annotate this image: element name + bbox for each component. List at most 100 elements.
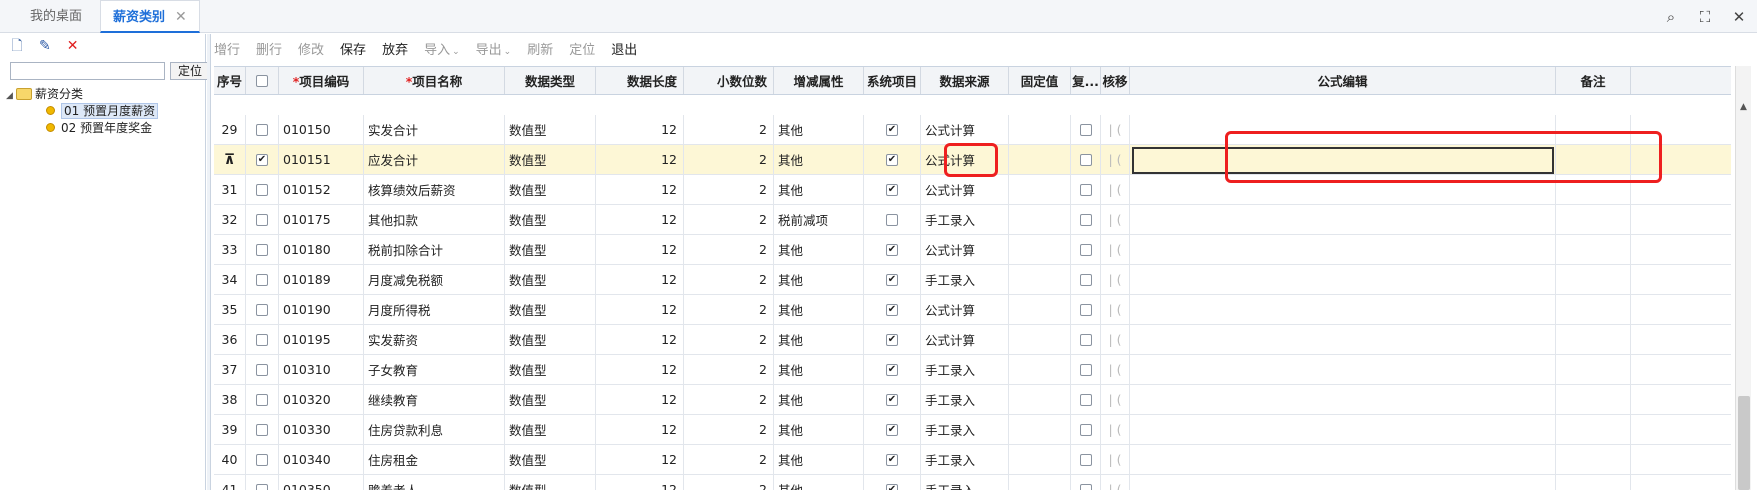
dup-checkbox[interactable] <box>1079 183 1092 196</box>
cell-checked[interactable] <box>246 175 279 204</box>
cell-fixed[interactable] <box>1009 115 1071 144</box>
cell-len[interactable]: 12 <box>596 475 684 490</box>
cell-attr[interactable]: 其他 <box>774 235 864 264</box>
cell-checked[interactable] <box>246 355 279 384</box>
cell-name[interactable]: 赡养老人 <box>364 475 505 490</box>
cell-attr[interactable]: 其他 <box>774 355 864 384</box>
cell-type[interactable]: 数值型 <box>505 115 596 144</box>
system-item-checkbox[interactable] <box>886 453 898 466</box>
cell-audit[interactable]: | ( <box>1101 265 1130 294</box>
cell-dec[interactable]: 2 <box>684 385 774 414</box>
cell-sys[interactable] <box>864 205 921 234</box>
cell-len[interactable]: 12 <box>596 265 684 294</box>
cell-dup[interactable] <box>1071 445 1101 474</box>
cell-name[interactable]: 住房贷款利息 <box>364 415 505 444</box>
cell-dup[interactable] <box>1071 475 1101 490</box>
new-doc-icon[interactable]: 🗋 <box>8 38 26 54</box>
header-dec[interactable]: 小数位数 <box>684 67 774 94</box>
search-icon[interactable]: ⌕ <box>1660 6 1682 28</box>
cell-formula[interactable] <box>1130 205 1556 234</box>
cell-formula[interactable] <box>1130 385 1556 414</box>
cell-checked[interactable] <box>246 205 279 234</box>
cell-attr[interactable]: 其他 <box>774 325 864 354</box>
dup-checkbox[interactable] <box>1079 123 1092 136</box>
cell-src[interactable]: 手工录入 <box>921 385 1009 414</box>
cell-seq[interactable]: 40 <box>214 445 246 474</box>
header-remark[interactable]: 备注 <box>1556 67 1631 94</box>
cell-checked[interactable] <box>246 475 279 490</box>
cell-dec[interactable]: 2 <box>684 205 774 234</box>
cell-code[interactable]: 010189 <box>279 265 364 294</box>
cell-formula[interactable] <box>1130 415 1556 444</box>
cell-remark[interactable] <box>1556 385 1631 414</box>
cell-dup[interactable] <box>1071 415 1101 444</box>
table-row[interactable]: 34 010189月度减免税额数值型122其他 手工录入 | ( <box>214 265 1731 295</box>
cell-audit[interactable]: | ( <box>1101 355 1130 384</box>
header-sys[interactable]: 系统项目 <box>864 67 921 94</box>
cell-formula[interactable] <box>1130 235 1556 264</box>
tab-salary-category[interactable]: 薪资类别 ✕ <box>100 0 200 33</box>
cell-len[interactable]: 12 <box>596 235 684 264</box>
cell-sys[interactable] <box>864 115 921 144</box>
cell-len[interactable]: 12 <box>596 205 684 234</box>
cell-fixed[interactable] <box>1009 235 1071 264</box>
cell-audit[interactable]: | ( <box>1101 115 1130 144</box>
tree-root[interactable]: ◢ 薪资分类 <box>6 86 158 103</box>
cell-formula[interactable] <box>1130 355 1556 384</box>
row-select-checkbox[interactable] <box>256 363 268 376</box>
cell-remark[interactable] <box>1556 235 1631 264</box>
cell-attr[interactable]: 税前减项 <box>774 205 864 234</box>
header-src[interactable]: 数据来源 <box>921 67 1009 94</box>
dup-checkbox[interactable] <box>1079 243 1092 256</box>
header-code[interactable]: *项目编码 <box>279 67 364 94</box>
system-item-checkbox[interactable] <box>886 243 898 256</box>
cell-dup[interactable] <box>1071 325 1101 354</box>
cell-code[interactable]: 010151 <box>279 145 364 174</box>
cell-checked[interactable] <box>246 145 279 174</box>
cell-name[interactable]: 实发薪资 <box>364 325 505 354</box>
cell-src[interactable]: 公式计算 <box>921 235 1009 264</box>
cell-attr[interactable]: 其他 <box>774 115 864 144</box>
toolbar-button-3[interactable]: 保存 <box>340 43 366 58</box>
cell-len[interactable]: 12 <box>596 145 684 174</box>
cell-sys[interactable] <box>864 475 921 490</box>
cell-remark[interactable] <box>1556 415 1631 444</box>
cell-remark[interactable] <box>1556 205 1631 234</box>
cell-dec[interactable]: 2 <box>684 325 774 354</box>
row-select-checkbox[interactable] <box>256 423 268 436</box>
cell-code[interactable]: 010320 <box>279 385 364 414</box>
row-select-checkbox[interactable] <box>256 183 268 196</box>
cell-checked[interactable] <box>246 325 279 354</box>
system-item-checkbox[interactable] <box>886 483 898 490</box>
cell-dup[interactable] <box>1071 115 1101 144</box>
table-row[interactable]: 31 010152核算绩效后薪资数值型122其他 公式计算 | ( <box>214 175 1731 205</box>
cell-sys[interactable] <box>864 145 921 174</box>
tree-item-annual[interactable]: 02 预置年度奖金 <box>6 120 158 137</box>
toolbar-button-6[interactable]: 导出 ⌄ <box>476 43 512 58</box>
cell-name[interactable]: 月度减免税额 <box>364 265 505 294</box>
cell-dec[interactable]: 2 <box>684 115 774 144</box>
panel-splitter[interactable] <box>207 34 211 490</box>
table-row[interactable]: 36 010195实发薪资数值型122其他 公式计算 | ( <box>214 325 1731 355</box>
cell-len[interactable]: 12 <box>596 325 684 354</box>
cell-attr[interactable]: 其他 <box>774 295 864 324</box>
cell-dup[interactable] <box>1071 265 1101 294</box>
header-fixed[interactable]: 固定值 <box>1009 67 1071 94</box>
system-item-checkbox[interactable] <box>886 213 898 226</box>
cell-code[interactable]: 010195 <box>279 325 364 354</box>
cell-attr[interactable]: 其他 <box>774 415 864 444</box>
cell-remark[interactable] <box>1556 475 1631 490</box>
system-item-checkbox[interactable] <box>886 363 898 376</box>
cell-type[interactable]: 数值型 <box>505 295 596 324</box>
row-select-checkbox[interactable] <box>256 483 268 490</box>
dup-checkbox[interactable] <box>1079 393 1092 406</box>
cell-src[interactable]: 公式计算 <box>921 325 1009 354</box>
cell-name[interactable]: 月度所得税 <box>364 295 505 324</box>
row-select-checkbox[interactable] <box>256 333 268 346</box>
cell-name[interactable]: 税前扣除合计 <box>364 235 505 264</box>
cell-attr[interactable]: 其他 <box>774 385 864 414</box>
row-select-checkbox[interactable] <box>256 273 268 286</box>
row-select-checkbox[interactable] <box>256 213 268 226</box>
cell-fixed[interactable] <box>1009 175 1071 204</box>
edit-icon[interactable]: ✎ <box>36 38 54 54</box>
